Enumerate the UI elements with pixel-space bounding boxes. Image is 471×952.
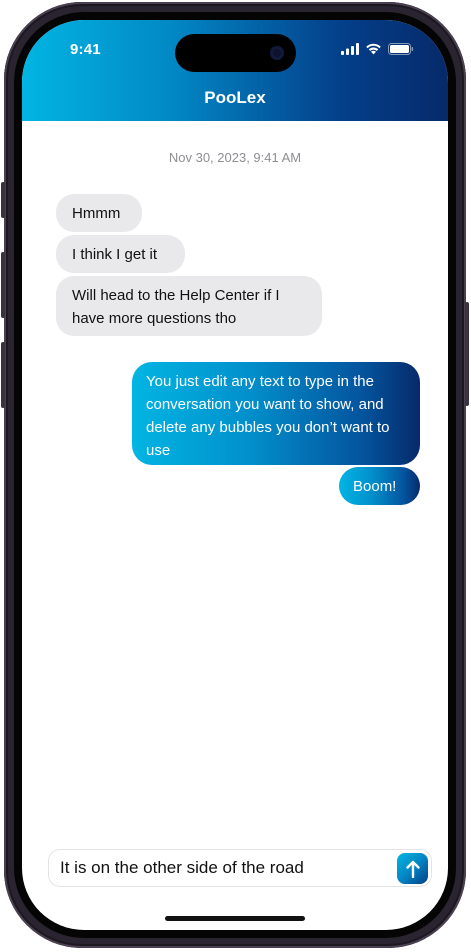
message-text: You just edit any text to type in the co… <box>146 373 390 459</box>
incoming-message: I think I get it <box>56 235 185 273</box>
action-button <box>1 182 5 218</box>
incoming-message: Will head to the Help Center if I have m… <box>56 276 322 336</box>
screen: 9:41 PooLex Nov 30, 2023, 9:41 AM Hmmm I… <box>22 20 448 930</box>
send-button[interactable] <box>397 853 428 884</box>
message-text: Boom! <box>353 478 397 495</box>
battery-icon <box>388 43 414 55</box>
cellular-signal-icon <box>341 43 359 55</box>
message-input[interactable] <box>60 850 390 886</box>
status-time: 9:41 <box>70 41 101 58</box>
phone-frame: 9:41 PooLex Nov 30, 2023, 9:41 AM Hmmm I… <box>1 2 469 948</box>
arrow-up-icon <box>405 860 420 878</box>
message-text: Hmmm <box>72 205 121 222</box>
outgoing-message: You just edit any text to type in the co… <box>132 362 420 465</box>
message-text: I think I get it <box>72 246 158 263</box>
conversation-timestamp: Nov 30, 2023, 9:41 AM <box>168 150 302 165</box>
message-composer <box>48 849 432 887</box>
status-icons <box>341 42 414 56</box>
power-button <box>465 302 469 406</box>
chat-title: PooLex <box>204 88 266 107</box>
volume-up-button <box>1 252 5 318</box>
volume-down-button <box>1 342 5 408</box>
incoming-message: Hmmm <box>56 194 142 232</box>
message-text: Will head to the Help Center if I have m… <box>72 287 280 327</box>
dynamic-island <box>175 34 296 72</box>
front-camera-icon <box>270 46 284 60</box>
home-indicator[interactable] <box>165 916 305 921</box>
chat-header: 9:41 PooLex <box>22 20 448 121</box>
wifi-icon <box>366 43 381 55</box>
outgoing-message: Boom! <box>339 467 420 505</box>
